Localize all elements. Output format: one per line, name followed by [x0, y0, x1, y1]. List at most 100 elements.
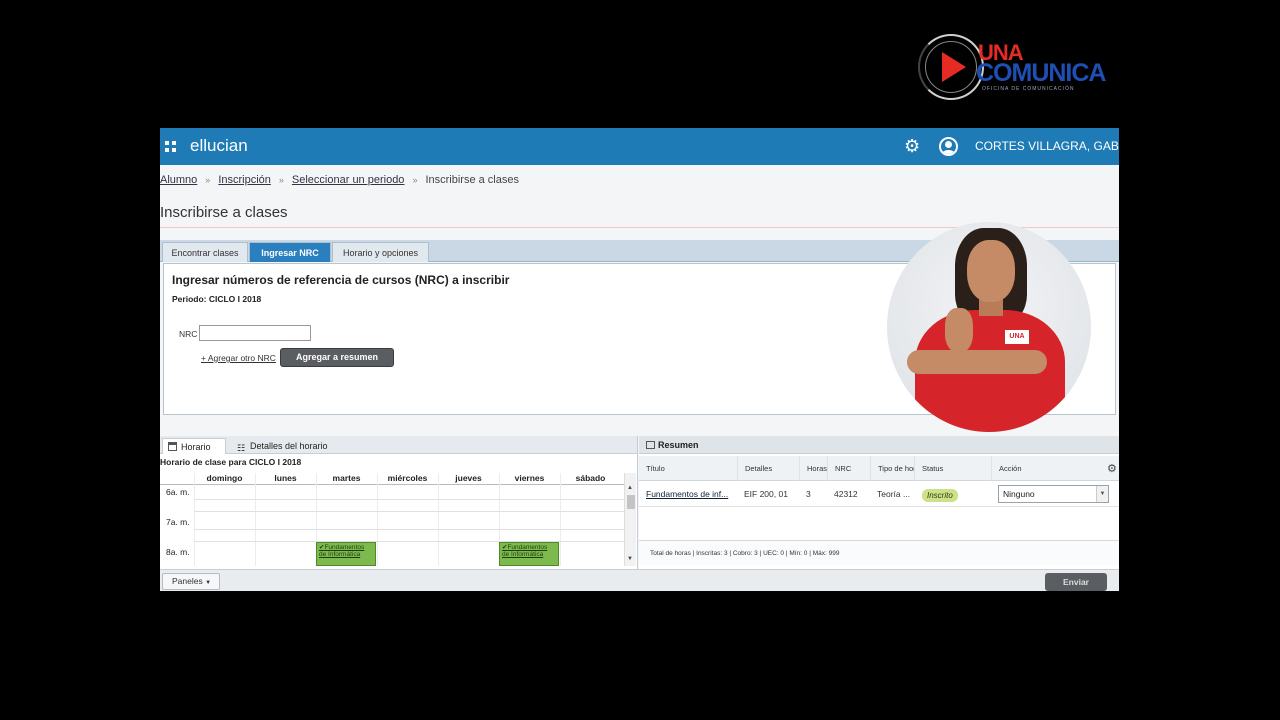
- day-martes: martes: [332, 473, 361, 483]
- columns-gear-icon[interactable]: ⚙: [1107, 462, 1117, 475]
- interpreter-arm: [907, 350, 1047, 374]
- day-lunes: lunes: [274, 473, 297, 483]
- panels-label: Paneles: [172, 576, 203, 586]
- submit-button[interactable]: Enviar: [1045, 573, 1107, 591]
- footer-bar: Paneles ▼ Enviar: [160, 569, 1119, 591]
- breadcrumb-separator: »: [278, 175, 284, 185]
- row-detalles: EIF 200, 01: [744, 489, 788, 499]
- course-block-label: Fundamentos de Informática: [319, 544, 365, 558]
- day-sabado: sábado: [575, 473, 606, 483]
- schedule-scrollbar[interactable]: ▲ ▼: [624, 473, 636, 566]
- hour-8am: 8a. m.: [166, 547, 190, 557]
- course-block-viernes[interactable]: ✔Fundamentos de Informática: [499, 542, 559, 566]
- col-titulo[interactable]: Título: [639, 456, 737, 481]
- column-line: [194, 473, 195, 566]
- half-hour-line: [194, 499, 624, 500]
- brand-logo[interactable]: ellucian: [190, 136, 248, 156]
- tab-horario-opciones[interactable]: Horario y opciones: [332, 242, 429, 262]
- summary-icon: [646, 441, 655, 449]
- breadcrumb-seleccionar-periodo[interactable]: Seleccionar un periodo: [292, 174, 405, 186]
- play-icon: [942, 52, 966, 82]
- summary-column-headers: Título Detalles Horas NRC Tipo de hor St…: [639, 456, 1119, 481]
- tab-encontrar-clases[interactable]: Encontrar clases: [162, 242, 248, 262]
- scroll-thumb[interactable]: [627, 495, 635, 509]
- add-nrc-link[interactable]: + Agregar otro NRC: [201, 353, 276, 363]
- day-miercoles: miércoles: [387, 473, 428, 483]
- breadcrumb-separator: »: [412, 175, 418, 185]
- action-select[interactable]: Ninguno ▼: [998, 485, 1109, 503]
- col-detalles[interactable]: Detalles: [737, 456, 799, 481]
- logo-tagline: OFICINA DE COMUNICACIÓN: [982, 86, 1075, 92]
- col-accion[interactable]: Acción: [991, 456, 1103, 481]
- status-badge: Inscrito: [922, 489, 958, 502]
- hour-6am: 6a. m.: [166, 487, 190, 497]
- day-jueves: jueves: [455, 473, 482, 483]
- nrc-field-label: NRC: [179, 329, 198, 339]
- summary-totals: Total de horas | Inscritas: 3 | Cobro: 3…: [639, 540, 1119, 565]
- col-tipo-horario[interactable]: Tipo de hor: [870, 456, 914, 481]
- hour-line: [194, 541, 624, 542]
- col-nrc[interactable]: NRC: [827, 456, 870, 481]
- row-horas: 3: [806, 489, 811, 499]
- course-block-label: Fundamentos de Informática: [502, 544, 548, 558]
- row-titulo: Fundamentos de inf...: [639, 482, 737, 507]
- course-title-link[interactable]: Fundamentos de inf...: [646, 489, 728, 499]
- summary-panel: Resumen Título Detalles Horas NRC Tipo d…: [639, 436, 1119, 569]
- schedule-panel: Horario ☷ Detalles del horario Horario d…: [160, 436, 638, 569]
- row-nrc: 42312: [834, 489, 858, 499]
- interpreter-hand: [945, 308, 973, 352]
- breadcrumb-alumno[interactable]: Alumno: [160, 174, 197, 186]
- shirt-logo: UNA: [1005, 330, 1029, 344]
- interpreter-face: [967, 240, 1015, 302]
- nrc-heading: Ingresar números de referencia de cursos…: [172, 273, 510, 287]
- column-line: [438, 473, 439, 566]
- gear-icon[interactable]: ⚙: [904, 136, 920, 157]
- scroll-down-icon[interactable]: ▼: [627, 556, 633, 562]
- user-icon[interactable]: [939, 137, 958, 156]
- panel-splitter[interactable]: ▲▪▼: [598, 428, 688, 444]
- sign-language-interpreter-video: UNA: [887, 222, 1091, 432]
- col-status[interactable]: Status: [914, 456, 991, 481]
- tab-detalles-label: Detalles del horario: [250, 441, 328, 451]
- hour-line: [194, 511, 624, 512]
- schedule-caption: Horario de clase para CICLO I 2018: [160, 457, 302, 467]
- panels-button[interactable]: Paneles ▼: [162, 573, 220, 590]
- table-row: Fundamentos de inf... EIF 200, 01 3 4231…: [639, 482, 1119, 507]
- column-line: [377, 473, 378, 566]
- chevron-down-icon[interactable]: ▼: [1096, 486, 1108, 502]
- day-viernes: viernes: [514, 473, 545, 483]
- row-tipo: Teoría ...: [877, 489, 911, 499]
- add-to-summary-button[interactable]: Agregar a resumen: [280, 348, 394, 367]
- chevron-down-icon: ▼: [205, 580, 212, 586]
- breadcrumb: Alumno » Inscripción » Seleccionar un period…: [160, 174, 519, 186]
- schedule-tabs: Horario ☷ Detalles del horario: [160, 436, 637, 454]
- top-bar: ellucian ⚙ CORTES VILLAGRA, GABRIEL: [160, 128, 1119, 165]
- calendar-header: domingo lunes martes miércoles jueves vi…: [160, 473, 624, 485]
- action-select-value: Ninguno: [1003, 489, 1035, 499]
- day-domingo: domingo: [206, 473, 243, 483]
- tab-horario-label: Horario: [181, 442, 211, 452]
- apps-grid-icon[interactable]: [165, 141, 176, 152]
- page-title: Inscribirse a clases: [160, 204, 288, 221]
- summary-title: Resumen: [658, 440, 699, 450]
- user-name[interactable]: CORTES VILLAGRA, GABRIEL: [975, 139, 1119, 153]
- breadcrumb-separator: »: [205, 175, 211, 185]
- breadcrumb-inscripcion[interactable]: Inscripción: [218, 174, 271, 186]
- tab-ingresar-nrc[interactable]: Ingresar NRC: [249, 242, 331, 262]
- logo-text-comunica: COMUNICA: [976, 59, 1106, 87]
- nrc-input[interactable]: [199, 325, 311, 341]
- col-horas[interactable]: Horas: [799, 456, 827, 481]
- half-hour-line: [194, 529, 624, 530]
- schedule-calendar: domingo lunes martes miércoles jueves vi…: [160, 473, 624, 566]
- calendar-icon: [168, 442, 177, 451]
- summary-header: Resumen: [639, 436, 1119, 454]
- hour-7am: 7a. m.: [166, 517, 190, 527]
- column-line: [255, 473, 256, 566]
- scroll-up-icon[interactable]: ▲: [627, 485, 633, 491]
- breadcrumb-current: Inscribirse a clases: [425, 174, 519, 186]
- course-block-martes[interactable]: ✔Fundamentos de Informática: [316, 542, 376, 566]
- list-icon: ☷: [237, 443, 246, 453]
- tab-detalles-horario[interactable]: ☷ Detalles del horario: [232, 438, 342, 454]
- tab-horario[interactable]: Horario: [162, 438, 226, 454]
- column-line: [560, 473, 561, 566]
